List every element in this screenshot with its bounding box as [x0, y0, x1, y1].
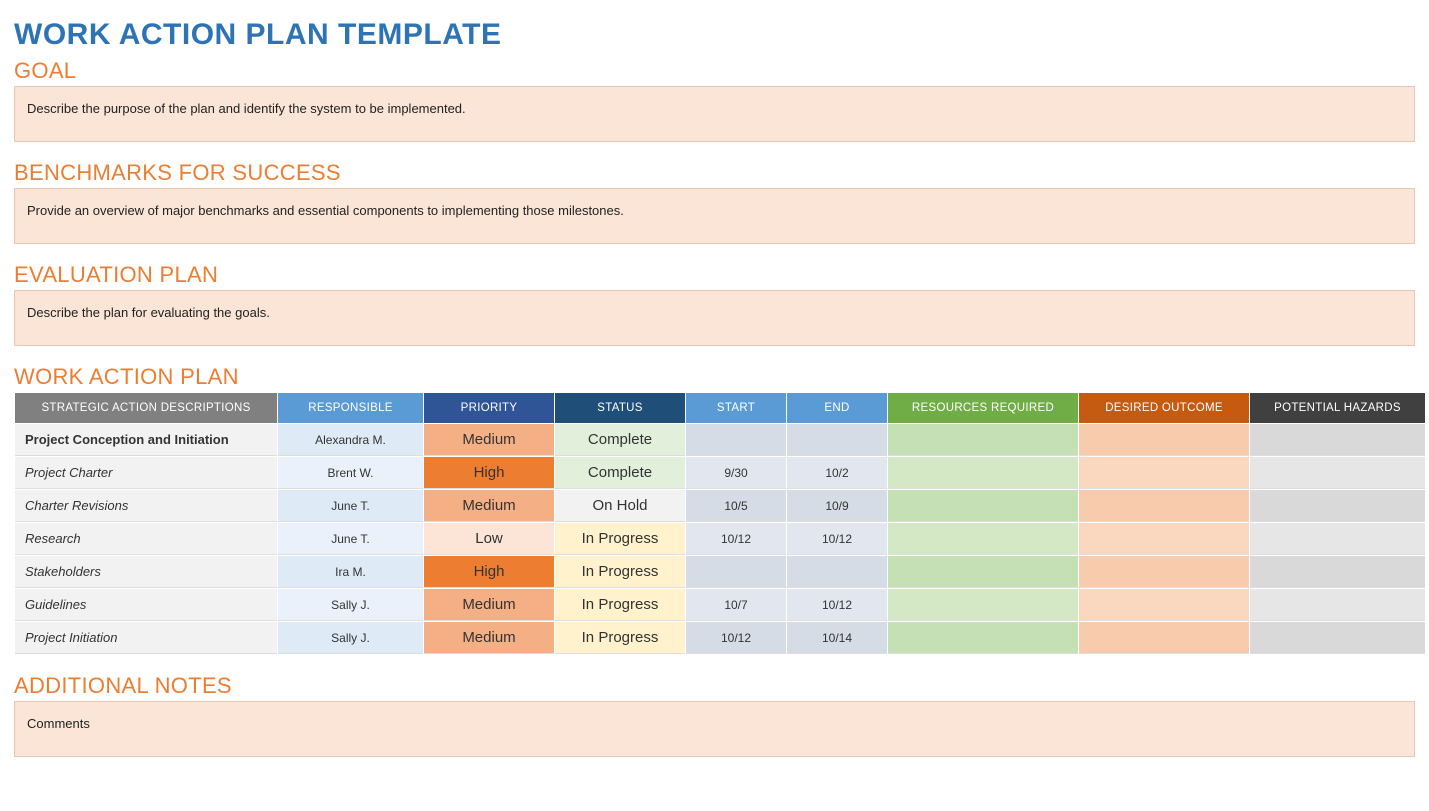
cell-description[interactable]: Project Charter — [15, 457, 277, 489]
cell-start[interactable]: 9/30 — [686, 457, 786, 489]
cell-outcome[interactable] — [1079, 622, 1249, 654]
cell-responsible[interactable]: June T. — [278, 523, 423, 555]
cell-priority[interactable]: Medium — [424, 490, 554, 522]
cell-hazards[interactable] — [1250, 457, 1425, 489]
cell-resources[interactable] — [888, 457, 1078, 489]
header-responsible: RESPONSIBLE — [278, 393, 423, 423]
cell-outcome[interactable] — [1079, 523, 1249, 555]
cell-resources[interactable] — [888, 589, 1078, 621]
cell-description[interactable]: Project Conception and Initiation — [15, 424, 277, 456]
cell-hazards[interactable] — [1250, 589, 1425, 621]
cell-resources[interactable] — [888, 424, 1078, 456]
header-priority: PRIORITY — [424, 393, 554, 423]
table-row: ResearchJune T.LowIn Progress10/1210/12 — [15, 523, 1425, 555]
header-resources: RESOURCES REQUIRED — [888, 393, 1078, 423]
cell-resources[interactable] — [888, 490, 1078, 522]
table-row: Project Conception and InitiationAlexand… — [15, 424, 1425, 456]
table-header-row: STRATEGIC ACTION DESCRIPTIONS RESPONSIBL… — [15, 393, 1425, 423]
cell-hazards[interactable] — [1250, 622, 1425, 654]
evaluation-heading: EVALUATION PLAN — [14, 262, 1415, 288]
page-title: WORK ACTION PLAN TEMPLATE — [14, 18, 1415, 52]
cell-end[interactable] — [787, 424, 887, 456]
cell-hazards[interactable] — [1250, 424, 1425, 456]
cell-responsible[interactable]: June T. — [278, 490, 423, 522]
cell-hazards[interactable] — [1250, 523, 1425, 555]
cell-start[interactable]: 10/12 — [686, 523, 786, 555]
cell-priority[interactable]: Low — [424, 523, 554, 555]
cell-start[interactable] — [686, 424, 786, 456]
goal-heading: GOAL — [14, 58, 1415, 84]
table-row: GuidelinesSally J.MediumIn Progress10/71… — [15, 589, 1425, 621]
cell-status[interactable]: On Hold — [555, 490, 685, 522]
cell-hazards[interactable] — [1250, 556, 1425, 588]
work-action-plan-table: STRATEGIC ACTION DESCRIPTIONS RESPONSIBL… — [14, 392, 1426, 655]
table-row: Charter RevisionsJune T.MediumOn Hold10/… — [15, 490, 1425, 522]
notes-textbox[interactable]: Comments — [14, 701, 1415, 757]
table-row: Project InitiationSally J.MediumIn Progr… — [15, 622, 1425, 654]
notes-heading: ADDITIONAL NOTES — [14, 673, 1415, 699]
table-row: Project CharterBrent W.HighComplete9/301… — [15, 457, 1425, 489]
cell-responsible[interactable]: Sally J. — [278, 589, 423, 621]
goal-textbox[interactable]: Describe the purpose of the plan and ide… — [14, 86, 1415, 142]
plan-heading: WORK ACTION PLAN — [14, 364, 1415, 390]
cell-start[interactable]: 10/5 — [686, 490, 786, 522]
cell-outcome[interactable] — [1079, 589, 1249, 621]
header-hazards: POTENTIAL HAZARDS — [1250, 393, 1425, 423]
cell-status[interactable]: Complete — [555, 457, 685, 489]
cell-start[interactable] — [686, 556, 786, 588]
cell-description[interactable]: Stakeholders — [15, 556, 277, 588]
cell-resources[interactable] — [888, 622, 1078, 654]
header-status: STATUS — [555, 393, 685, 423]
cell-end[interactable]: 10/14 — [787, 622, 887, 654]
cell-end[interactable] — [787, 556, 887, 588]
cell-responsible[interactable]: Ira M. — [278, 556, 423, 588]
cell-status[interactable]: In Progress — [555, 523, 685, 555]
cell-start[interactable]: 10/12 — [686, 622, 786, 654]
cell-priority[interactable]: Medium — [424, 589, 554, 621]
benchmarks-heading: BENCHMARKS FOR SUCCESS — [14, 160, 1415, 186]
cell-outcome[interactable] — [1079, 556, 1249, 588]
cell-outcome[interactable] — [1079, 424, 1249, 456]
header-strategic: STRATEGIC ACTION DESCRIPTIONS — [15, 393, 277, 423]
cell-resources[interactable] — [888, 556, 1078, 588]
cell-description[interactable]: Project Initiation — [15, 622, 277, 654]
cell-priority[interactable]: Medium — [424, 424, 554, 456]
table-row: StakeholdersIra M.HighIn Progress — [15, 556, 1425, 588]
cell-description[interactable]: Charter Revisions — [15, 490, 277, 522]
cell-status[interactable]: In Progress — [555, 589, 685, 621]
header-outcome: DESIRED OUTCOME — [1079, 393, 1249, 423]
cell-hazards[interactable] — [1250, 490, 1425, 522]
cell-responsible[interactable]: Alexandra M. — [278, 424, 423, 456]
evaluation-textbox[interactable]: Describe the plan for evaluating the goa… — [14, 290, 1415, 346]
cell-end[interactable]: 10/12 — [787, 523, 887, 555]
cell-description[interactable]: Research — [15, 523, 277, 555]
cell-priority[interactable]: High — [424, 457, 554, 489]
cell-outcome[interactable] — [1079, 490, 1249, 522]
cell-status[interactable]: In Progress — [555, 556, 685, 588]
cell-end[interactable]: 10/12 — [787, 589, 887, 621]
header-end: END — [787, 393, 887, 423]
cell-status[interactable]: Complete — [555, 424, 685, 456]
cell-status[interactable]: In Progress — [555, 622, 685, 654]
header-start: START — [686, 393, 786, 423]
cell-description[interactable]: Guidelines — [15, 589, 277, 621]
cell-priority[interactable]: High — [424, 556, 554, 588]
benchmarks-textbox[interactable]: Provide an overview of major benchmarks … — [14, 188, 1415, 244]
cell-end[interactable]: 10/2 — [787, 457, 887, 489]
cell-end[interactable]: 10/9 — [787, 490, 887, 522]
cell-start[interactable]: 10/7 — [686, 589, 786, 621]
cell-outcome[interactable] — [1079, 457, 1249, 489]
cell-responsible[interactable]: Sally J. — [278, 622, 423, 654]
cell-priority[interactable]: Medium — [424, 622, 554, 654]
cell-responsible[interactable]: Brent W. — [278, 457, 423, 489]
cell-resources[interactable] — [888, 523, 1078, 555]
